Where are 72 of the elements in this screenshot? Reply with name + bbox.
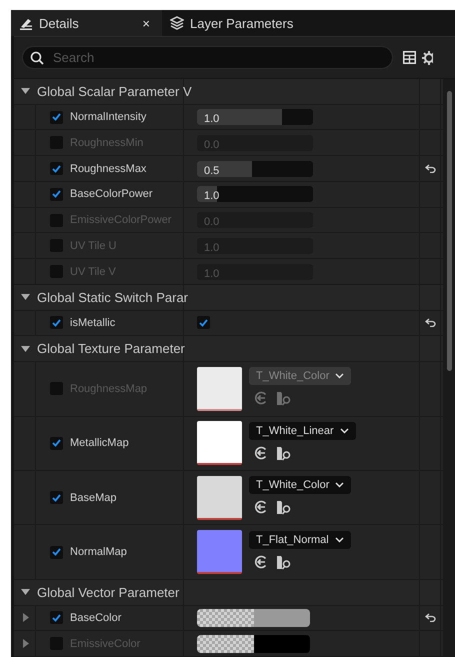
chevron-icon <box>335 373 344 380</box>
parameter-label: BaseMap <box>70 492 116 504</box>
search-field[interactable]: Search <box>22 46 393 69</box>
circle-arrow-icon[interactable] <box>254 554 268 569</box>
undo-arrow-icon[interactable] <box>424 318 436 328</box>
table-icon[interactable] <box>403 51 416 64</box>
check-icon <box>52 113 61 122</box>
parameter-label: NormalIntensity <box>70 111 146 124</box>
checkbox[interactable] <box>50 436 63 450</box>
checkbox[interactable] <box>50 546 63 559</box>
checkbox[interactable] <box>50 611 63 624</box>
folder-search-icon[interactable] <box>276 500 292 516</box>
expand-arrow-icon[interactable] <box>23 613 29 622</box>
category-title: Global Texture Parameter <box>37 341 185 356</box>
scrollbar[interactable] <box>443 79 455 657</box>
circle-arrow-icon[interactable] <box>254 500 268 514</box>
texture-thumbnail[interactable] <box>197 421 242 466</box>
checkbox[interactable] <box>50 188 63 201</box>
scrollbar-thumb[interactable] <box>446 91 452 371</box>
asset-dropdown[interactable]: T_White_Color <box>249 476 352 494</box>
checkbox[interactable] <box>50 491 63 504</box>
parameter-label: RoughnessMax <box>70 162 146 175</box>
texture-thumbnail[interactable] <box>197 530 242 574</box>
caret-icon[interactable] <box>21 589 30 596</box>
folder-search-icon[interactable] <box>276 446 292 461</box>
checkbox[interactable] <box>50 162 63 176</box>
texture-thumbnail[interactable] <box>197 476 242 520</box>
check-icon <box>52 190 61 198</box>
parameter-label: isMetallic <box>70 316 116 329</box>
checkbox[interactable] <box>50 110 63 124</box>
tab[interactable]: Layer Parameters <box>162 10 302 36</box>
color-swatch[interactable] <box>197 634 310 653</box>
chevron-icon <box>340 428 349 434</box>
parameter-label: BaseColorPower <box>70 188 153 200</box>
pencil-icon <box>19 16 33 30</box>
settings-icon[interactable] <box>422 50 433 64</box>
caret-icon[interactable] <box>21 294 30 300</box>
color-swatch[interactable] <box>197 608 310 627</box>
check-icon <box>52 614 61 622</box>
tab[interactable]: Details × <box>11 10 162 36</box>
caret-icon[interactable] <box>21 88 30 94</box>
caret-icon[interactable] <box>21 346 30 352</box>
search-icon <box>30 51 44 65</box>
layers-icon <box>170 16 184 30</box>
undo-arrow-icon[interactable] <box>424 164 436 174</box>
circle-arrow-icon[interactable] <box>254 446 268 460</box>
parameter-label: MetallicMap <box>70 437 129 450</box>
texture-thumbnail[interactable] <box>197 366 242 411</box>
undo-arrow-icon[interactable] <box>424 613 436 622</box>
check-icon <box>52 318 61 327</box>
number-field[interactable]: 1.0 <box>197 186 313 202</box>
check-icon <box>52 548 61 556</box>
number-field[interactable]: 1.0 <box>197 109 313 126</box>
chevron-icon <box>335 482 344 488</box>
asset-dropdown[interactable]: T_White_Linear <box>249 422 356 440</box>
check-icon <box>52 494 61 502</box>
category-title: Global Scalar Parameter V <box>37 84 192 99</box>
parameter-label: NormalMap <box>70 546 127 558</box>
chevron-icon <box>334 536 344 543</box>
check-icon <box>52 439 61 448</box>
folder-search-icon[interactable] <box>276 554 292 570</box>
check-icon <box>52 164 61 173</box>
checkbox[interactable] <box>50 316 63 330</box>
close-button[interactable]: × <box>138 16 154 30</box>
number-field[interactable]: 0.5 <box>197 160 313 177</box>
check-icon <box>199 318 208 327</box>
parameter-label: BaseColor <box>70 612 122 624</box>
category-title: Global Vector Parameter <box>37 584 180 600</box>
asset-dropdown[interactable]: T_Flat_Normal <box>249 530 351 549</box>
value-checkbox[interactable] <box>197 316 210 330</box>
expand-arrow-icon[interactable] <box>23 639 29 648</box>
category-title: Global Static Switch Parar <box>37 290 188 305</box>
